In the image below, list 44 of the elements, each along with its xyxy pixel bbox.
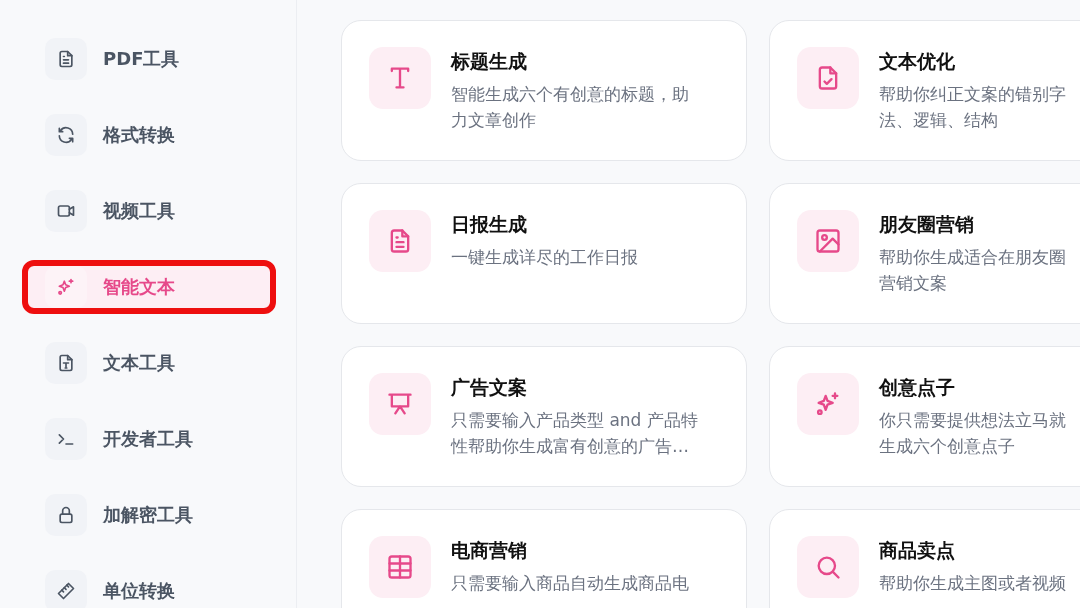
sidebar-item[interactable]: 开发者工具 bbox=[22, 412, 276, 466]
card-title: 朋友圈营销 bbox=[879, 212, 975, 237]
tool-card[interactable]: 商品卖点 帮助你生成主图或者视频 bbox=[769, 509, 1080, 608]
card-title: 文本优化 bbox=[879, 49, 956, 74]
card-title: 电商营销 bbox=[451, 538, 528, 563]
refresh-icon bbox=[56, 125, 76, 145]
card-description: 你只需要提供想法立马就 bbox=[879, 409, 1066, 432]
lock-icon bbox=[56, 505, 76, 525]
tool-card[interactable]: 广告文案 只需要输入产品类型 and 产品特 性帮助你生成富有创意的广告… bbox=[341, 346, 747, 487]
card-title: 广告文案 bbox=[451, 375, 528, 400]
sidebar-item[interactable]: 单位转换 bbox=[22, 564, 276, 608]
card-description: 智能生成六个有创意的标题，助 bbox=[451, 83, 689, 106]
card-title: 商品卖点 bbox=[879, 538, 956, 563]
document-icon bbox=[56, 49, 76, 69]
card-title: 标题生成 bbox=[451, 49, 528, 74]
card-description: 只需要输入产品类型 and 产品特 bbox=[451, 409, 698, 432]
sidebar-item[interactable]: 视频工具 bbox=[22, 184, 276, 238]
card-description: 帮助你生成适合在朋友圈 bbox=[879, 246, 1066, 269]
card-description: 帮助你生成主图或者视频 bbox=[879, 572, 1066, 595]
card-title: 日报生成 bbox=[451, 212, 528, 237]
card-description: 性帮助你生成富有创意的广告… bbox=[451, 435, 690, 458]
card-title: 创意点子 bbox=[879, 375, 956, 400]
tool-card[interactable]: 日报生成 一键生成详尽的工作日报 bbox=[341, 183, 747, 324]
table-icon bbox=[386, 553, 414, 581]
sidebar-item[interactable]: PDF工具 bbox=[22, 32, 276, 86]
tool-card[interactable]: 创意点子 你只需要提供想法立马就 生成六个创意点子 bbox=[769, 346, 1080, 487]
tool-card[interactable]: 文本优化 帮助你纠正文案的错别字 法、逻辑、结构 bbox=[769, 20, 1080, 161]
card-description: 力文章创作 bbox=[451, 109, 537, 132]
tool-card[interactable]: 标题生成 智能生成六个有创意的标题，助 力文章创作 bbox=[341, 20, 747, 161]
sidebar-item[interactable]: 格式转换 bbox=[22, 108, 276, 162]
card-description: 一键生成详尽的工作日报 bbox=[451, 246, 638, 269]
tool-card[interactable]: 朋友圈营销 帮助你生成适合在朋友圈 营销文案 bbox=[769, 183, 1080, 324]
card-description: 法、逻辑、结构 bbox=[879, 109, 999, 132]
sparkles-icon bbox=[56, 277, 76, 297]
ruler-icon bbox=[56, 581, 76, 601]
tool-card[interactable]: 电商营销 只需要输入商品自动生成商品电 bbox=[341, 509, 747, 608]
card-description: 生成六个创意点子 bbox=[879, 435, 1016, 458]
card-description: 帮助你纠正文案的错别字 bbox=[879, 83, 1066, 106]
text-file-icon bbox=[56, 353, 76, 373]
sidebar-item[interactable]: 文本工具 bbox=[22, 336, 276, 390]
card-description: 只需要输入商品自动生成商品电 bbox=[451, 572, 689, 595]
image-icon bbox=[814, 227, 842, 255]
card-description: 营销文案 bbox=[879, 272, 948, 295]
sidebar-item[interactable]: 加解密工具 bbox=[22, 488, 276, 542]
